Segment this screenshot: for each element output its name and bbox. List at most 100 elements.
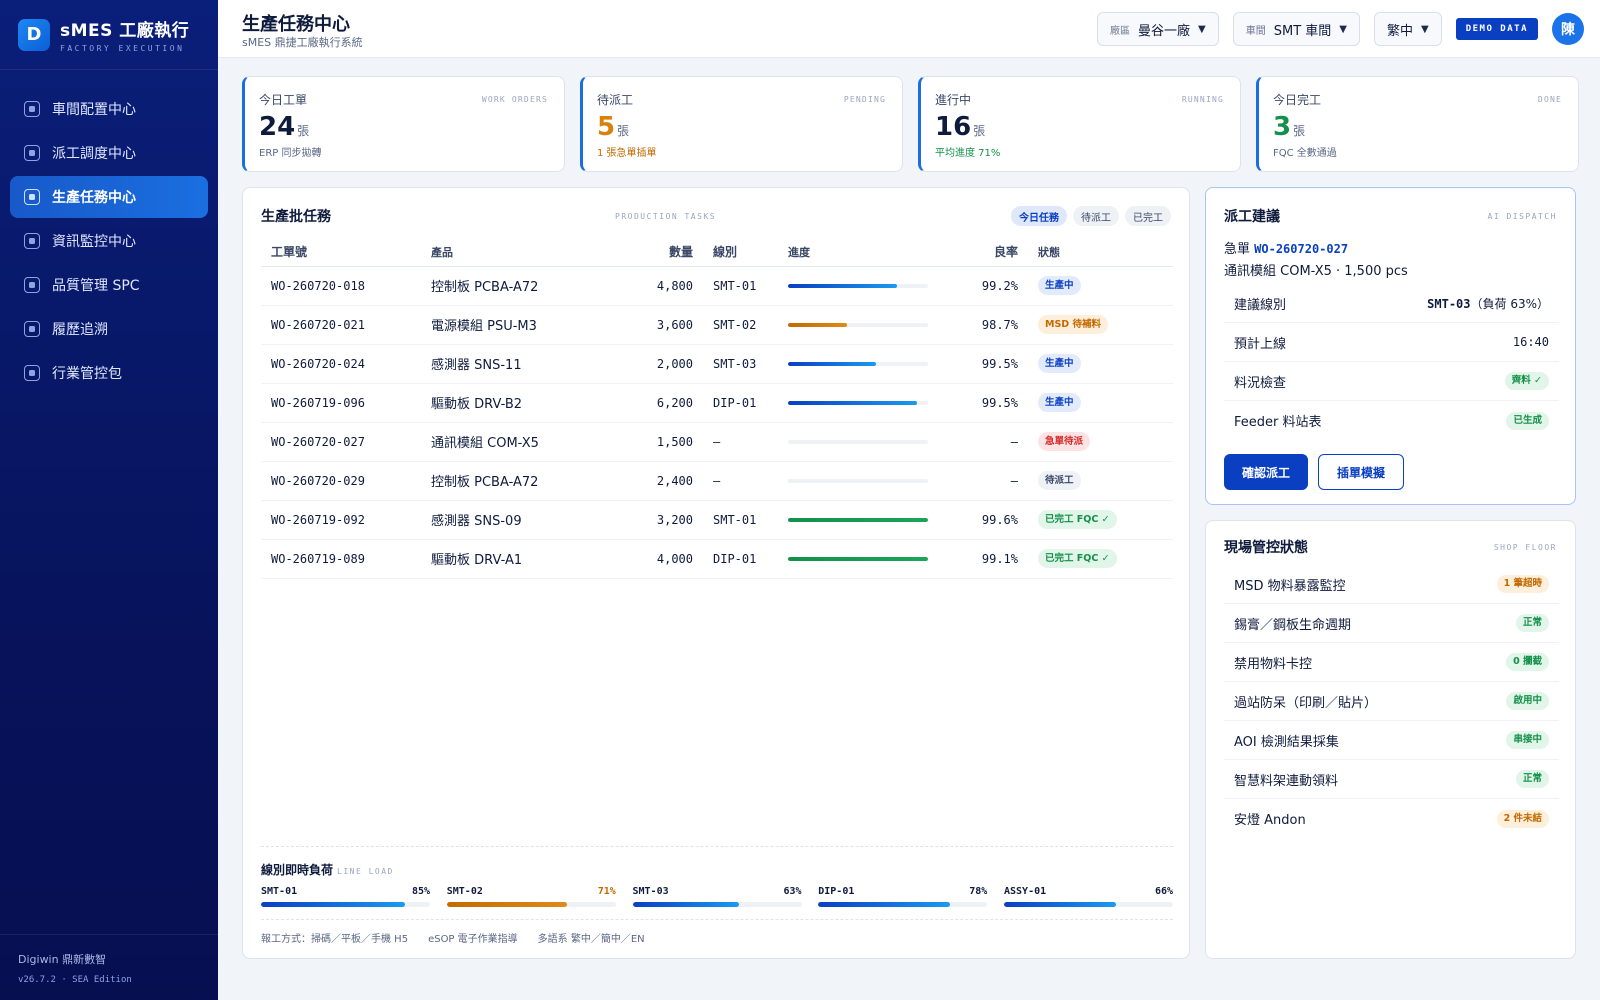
column-header[interactable]: 進度 (788, 238, 938, 267)
status-badge: 生產中 (1038, 276, 1081, 295)
simulate-insert-button[interactable]: 插單模擬 (1318, 454, 1404, 490)
sidebar-item-label: 車間配置中心 (52, 102, 136, 118)
kpi-card[interactable]: 待派工 PENDING 5 張 1 張急單插單 (580, 76, 903, 172)
status-badge: 待派工 (1038, 471, 1081, 490)
dispatch-value: 16:40 (1513, 335, 1549, 349)
version-label: v26.7.2 · SEA Edition (18, 975, 132, 985)
language-select[interactable]: 繁中 ▼ (1374, 12, 1442, 46)
line-cell: — (693, 461, 788, 501)
table-row[interactable]: WO-260720-029 控制板 PCBA-A72 2,400— — 待派工 (261, 461, 1173, 501)
table-row[interactable]: WO-260720-027 通訊模組 COM-X5 1,500— — 急單待派 (261, 422, 1173, 462)
line-cell: SMT-02 (693, 305, 788, 345)
product-cell: 感測器 SNS-09 (431, 500, 621, 540)
dispatch-details: 建議線別 SMT-03（負荷 63%） 預計上線 16:40 料況檢查 齊料 ✓ Feede… (1224, 284, 1559, 440)
line-load-fill (446, 902, 567, 907)
shop-floor-row[interactable]: 禁用物料卡控 0 攔截 (1224, 643, 1559, 682)
yield-cell: — (938, 422, 1018, 462)
dispatch-value-text: 16:40 (1512, 335, 1549, 349)
dispatch-value: 已生成 (1506, 411, 1549, 430)
shop-floor-row[interactable]: 智慧料架連動領料 正常 (1224, 760, 1559, 799)
shop-floor-label: 智慧料架連動領料 (1234, 773, 1339, 789)
sidebar-footer: Digiwin 鼎新數智 v26.7.2 · SEA Edition (0, 934, 218, 1000)
brand-sub: FACTORY EXECUTION (60, 44, 185, 53)
kpi-value: 16 (935, 112, 972, 142)
menu-square-icon (24, 365, 40, 381)
line-load-item[interactable]: SMT-02 71% (446, 886, 616, 907)
plant-select[interactable]: 廠區 曼谷一廠 ▼ (1097, 12, 1219, 46)
column-header[interactable]: 數量 (621, 238, 693, 267)
dispatch-row: 建議線別 SMT-03（負荷 63%） (1224, 284, 1559, 323)
table-row[interactable]: WO-260720-024 感測器 SNS-11 2,000 SMT-03 99.5% 生… (261, 344, 1173, 384)
status-cell: 已完工 FQC ✓ (1018, 539, 1173, 579)
sidebar-item-label: 品質管理 SPC (52, 278, 140, 294)
panel-subtitle: PRODUCTION TASKS (615, 212, 717, 221)
column-header[interactable]: 產品 (431, 238, 621, 267)
kpi-card[interactable]: 今日工單 WORK ORDERS 24 張 ERP 同步拋轉 (242, 76, 565, 172)
table-row[interactable]: WO-260720-018 控制板 PCBA-A72 4,800 SMT-01 99.2… (261, 266, 1173, 306)
table-row[interactable]: WO-260719-096 驅動板 DRV-B2 6,200 DIP-01 99.5% 生… (261, 383, 1173, 423)
footnotes: 報工方式：掃碼／平板／手機 H5 eSOP 電子作業指導 多語系 繁中／簡中／EN (261, 919, 1173, 945)
shop-floor-row[interactable]: 錫膏／鋼板生命週期 正常 (1224, 604, 1559, 643)
line-cell: — (693, 422, 788, 462)
table-row[interactable]: WO-260719-089 驅動板 DRV-A1 4,000 DIP-01 99.1% 已… (261, 539, 1173, 579)
column-header[interactable]: 狀態 (1018, 238, 1173, 267)
sidebar-item[interactable]: 行業管控包 (10, 352, 208, 394)
shop-floor-row[interactable]: 安燈 Andon 2 件未結 (1224, 799, 1559, 838)
line-cell: SMT-01 (693, 500, 788, 540)
menu-square-icon (24, 101, 40, 117)
shop-floor-row[interactable]: 過站防呆（印刷／貼片） 啟用中 (1224, 682, 1559, 721)
kpi-note: 平均進度 71% (935, 148, 1001, 159)
quantity-cell: 3,200 (621, 500, 693, 540)
column-header[interactable]: 良率 (938, 238, 1018, 267)
column-header[interactable]: 線別 (693, 238, 788, 267)
product-cell: 控制板 PCBA-A72 (431, 461, 621, 501)
dispatch-value: SMT-03（負荷 63%） (1427, 295, 1549, 312)
status-badge: 串接中 (1506, 731, 1549, 749)
chevron-down-icon: ▼ (1339, 23, 1347, 35)
shop-select[interactable]: 車間 SMT 車間 ▼ (1232, 12, 1360, 46)
table-row[interactable]: WO-260719-092 感測器 SNS-09 3,200 SMT-01 99.6% 已… (261, 500, 1173, 540)
line-load-item[interactable]: SMT-03 63% (632, 886, 802, 907)
progress-cell (788, 500, 938, 540)
quantity-cell: 4,000 (621, 539, 693, 579)
kpi-subtitle: PENDING (843, 95, 886, 104)
sidebar-item[interactable]: 生產任務中心 (10, 176, 208, 218)
yield-cell: — (938, 461, 1018, 501)
sidebar-item[interactable]: 資訊監控中心 (10, 220, 208, 262)
quantity-cell: 6,200 (621, 383, 693, 423)
work-order-cell: WO-260719-092 (261, 500, 431, 540)
footnote: eSOP 電子作業指導 (428, 934, 518, 945)
line-load-percent: 78% (969, 886, 988, 897)
task-tab[interactable]: 已完工 (1125, 206, 1171, 226)
sidebar-item[interactable]: 履歷追溯 (10, 308, 208, 350)
column-header[interactable]: 工單號 (261, 238, 431, 267)
user-avatar[interactable]: 陳 (1552, 13, 1584, 45)
confirm-dispatch-button[interactable]: 確認派工 (1224, 454, 1308, 490)
status-badge: 生產中 (1038, 393, 1081, 412)
product-cell: 驅動板 DRV-B2 (431, 383, 621, 423)
line-load-bar (1004, 902, 1173, 907)
shop-floor-row[interactable]: AOI 檢測結果採集 串接中 (1224, 721, 1559, 760)
kpi-value: 3 (1273, 112, 1292, 142)
dispatch-row: 料況檢查 齊料 ✓ (1224, 362, 1559, 401)
shop-floor-label: 錫膏／鋼板生命週期 (1234, 617, 1352, 633)
kpi-label: 進行中 (935, 93, 972, 107)
shop-floor-label: 過站防呆（印刷／貼片） (1234, 695, 1378, 711)
sidebar-item[interactable]: 派工調度中心 (10, 132, 208, 174)
shop-floor-row[interactable]: MSD 物料暴露監控 1 筆超時 (1224, 565, 1559, 604)
kpi-value: 24 (259, 112, 296, 142)
task-tab[interactable]: 今日任務 (1011, 206, 1067, 226)
line-load-item[interactable]: SMT-01 85% (261, 886, 430, 907)
kpi-card[interactable]: 進行中 RUNNING 16 張平均進度 71% (918, 76, 1241, 172)
urgent-work-order[interactable]: WO-260720-027 (1254, 242, 1348, 256)
brand[interactable]: D sMES 工廠執行 FACTORY EXECUTION (0, 0, 218, 70)
table-row[interactable]: WO-260720-021 電源模組 PSU-M3 3,600 SMT-02 98.7%… (261, 305, 1173, 345)
line-load-item[interactable]: ASSY-01 66% (1004, 886, 1173, 907)
kpi-card[interactable]: 今日完工 DONE 3 張 FQC 全數通過 (1256, 76, 1579, 172)
sidebar-item[interactable]: 品質管理 SPC (10, 264, 208, 306)
menu-square-icon (24, 189, 40, 205)
brand-name: sMES 工廠執行 (60, 21, 190, 41)
sidebar-item[interactable]: 車間配置中心 (10, 88, 208, 130)
task-tab[interactable]: 待派工 (1073, 206, 1119, 226)
line-load-item[interactable]: DIP-01 78% (818, 886, 988, 907)
